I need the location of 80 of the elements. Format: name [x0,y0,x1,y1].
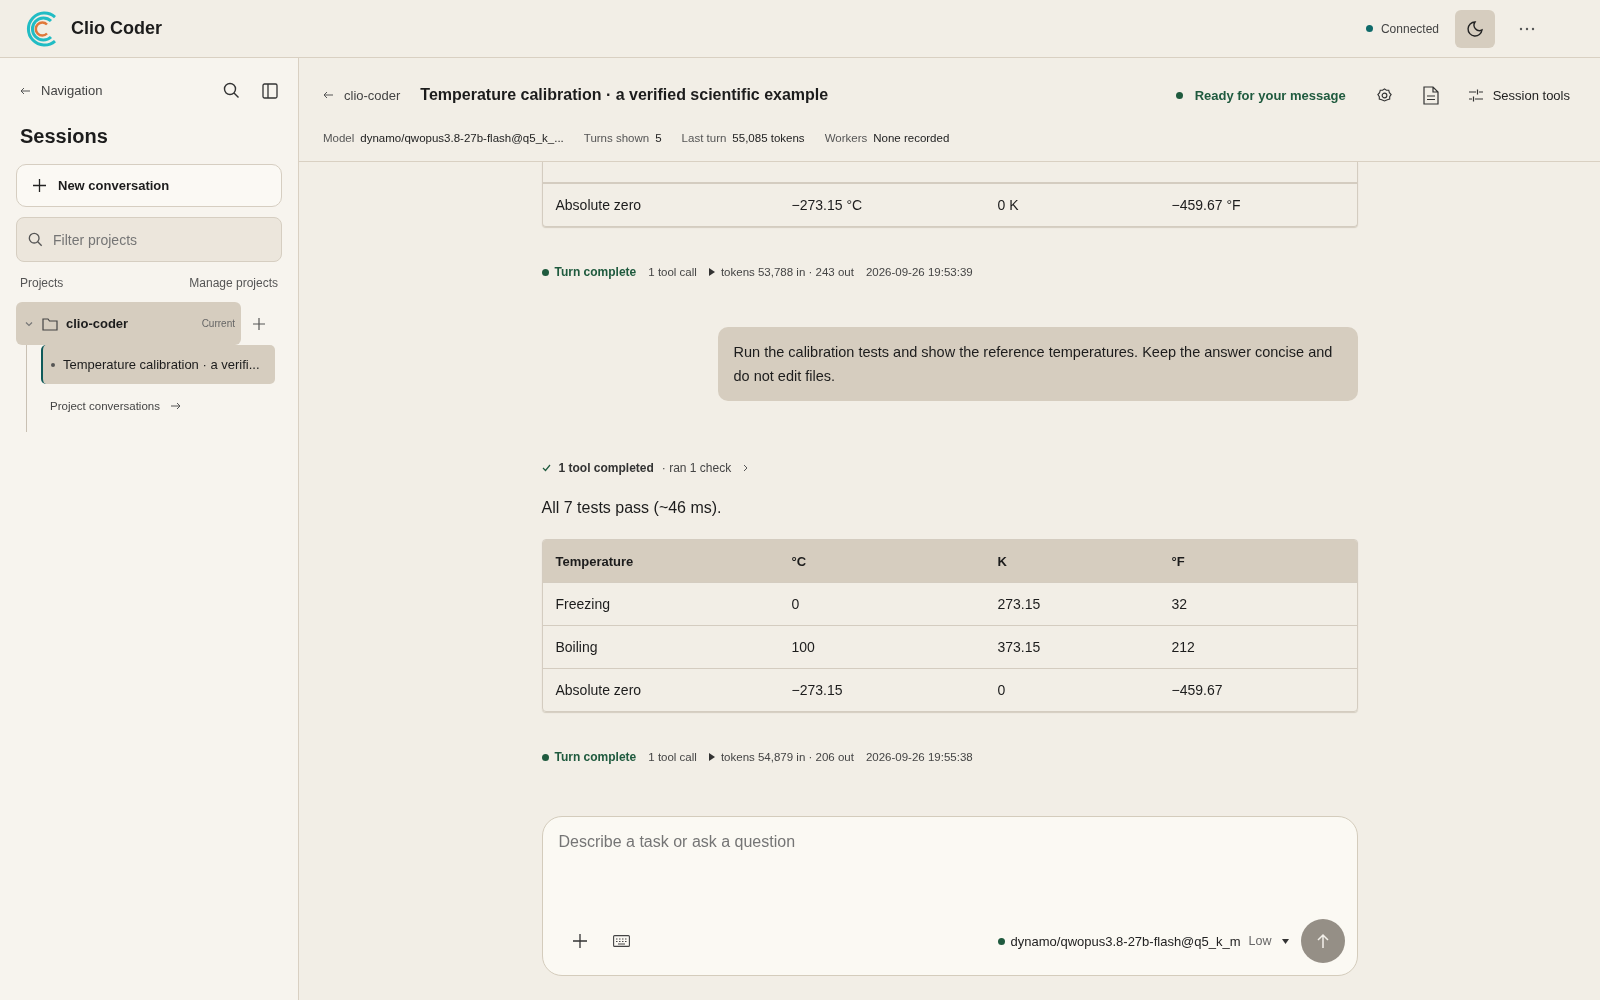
search-icon[interactable] [223,82,240,99]
moon-icon [1466,19,1484,38]
token-usage[interactable]: tokens 53,788 in · 243 out [708,266,854,278]
column-header: K [997,553,1008,569]
timestamp: 2026-09-26 19:55:38 [865,751,973,763]
search-icon [28,232,43,247]
more-icon[interactable] [1519,26,1535,31]
new-conversation-button[interactable]: New conversation [16,164,282,207]
filter-field[interactable]: Filter projects [16,217,282,262]
check-icon [541,464,551,472]
conversation-title: Temperature calibration · a verified scientific example [420,86,830,104]
message-composer[interactable]: Describe a task or ask a question dynamo/qwopus3.8-27b-flash@q5_k_m Low [541,816,1358,976]
tool-call-count: 1 tool call [648,266,697,278]
table-cell-text: 0 [997,682,1007,698]
table-cell-text: −273.15 °C [791,197,864,213]
plus-icon [33,179,46,192]
table-cell-text: Boiling [555,639,599,655]
conversation-item[interactable]: Temperature calibration · a verifi... [41,345,275,384]
arrow-left-icon [20,86,31,95]
app-title: Clio Coder [71,18,162,39]
sidebar-toggle-icon[interactable] [262,82,278,99]
folder-icon [42,316,58,331]
tool-call-count: 1 tool call [648,751,697,763]
table-cell-text: 212 [1171,639,1196,655]
model-selector[interactable]: dynamo/qwopus3.8-27b-flash@q5_k_m [997,933,1241,949]
meta-label: Turns shown [583,132,650,144]
column-header: °F [1171,553,1186,569]
session-tools-button[interactable]: Session tools [1468,87,1570,103]
table-cell-text: Absolute zero [555,197,643,213]
arrow-right-icon [169,402,181,410]
timestamp: 2026-09-26 19:53:39 [865,266,973,278]
sliders-icon [1468,88,1483,102]
arrow-up-icon [1315,933,1330,949]
meta-value: None recorded [873,132,950,144]
chevron-icon [743,464,749,472]
add-icon[interactable] [572,934,587,948]
table-cell-text: 0 [791,596,801,612]
assistant-message: All 7 tests pass (~46 ms). [541,499,723,517]
ready-status: Ready for your message [1175,87,1346,103]
meta-label: Last turn [681,132,727,144]
navigation-link[interactable]: Navigation [20,83,103,98]
table-cell-text: 373.15 [997,639,1042,655]
meta-label: Model [323,132,355,144]
table-cell-text: −459.67 °F [1171,197,1242,213]
arrow-left-icon [323,91,334,99]
add-icon[interactable] [253,317,265,330]
table-cell-text: Freezing [555,596,611,612]
badge-icon[interactable] [1375,86,1393,104]
column-header: °C [791,553,808,569]
send-button[interactable] [1300,919,1345,963]
sidebar-title: Sessions [20,125,109,148]
table-cell-text: Absolute zero [555,682,643,698]
section-label: Projects [20,276,64,290]
user-message: Run the calibration tests and show the reference temperatures. Keep the answer concise and do not edit files. [717,327,1358,401]
connection-status: Connected [1380,21,1439,36]
token-usage[interactable]: tokens 54,879 in · 206 out [708,751,854,763]
meta-value: 55,085 tokens [732,132,805,144]
table-cell-text: 100 [791,639,816,655]
theme-toggle-button[interactable] [1455,9,1495,48]
keyboard-icon[interactable] [612,935,630,947]
table-cell-text: −273.15 [791,682,844,698]
meta-value: dynamo/qwopus3.8-27b-flash@q5_k_... [360,132,564,144]
project-conversations-link[interactable]: Project conversations [50,400,181,412]
turn-status: Turn complete [541,750,637,764]
manage-projects-link[interactable]: Manage projects [189,276,278,290]
message-input[interactable]: Describe a task or ask a question [558,833,1345,903]
caret-icon [1281,938,1289,944]
table-cell-text: 0 K [997,197,1020,213]
back-link[interactable]: clio-coder [323,87,401,103]
meta-value: 5 [655,132,662,144]
effort-selector[interactable]: Low [1248,934,1289,948]
meta-label: Workers [824,132,868,144]
table-cell-text: 32 [1171,596,1189,612]
project-item[interactable]: clio-coder Current [16,302,241,345]
table-cell-text: 273.15 [997,596,1042,612]
document-icon[interactable] [1422,85,1439,105]
column-header: Temperature [555,553,635,569]
table-cell-text: −459.67 [1171,682,1224,698]
turn-status: Turn complete [541,265,637,279]
tool-summary[interactable]: 1 tool completed · ran 1 check [541,461,1358,475]
